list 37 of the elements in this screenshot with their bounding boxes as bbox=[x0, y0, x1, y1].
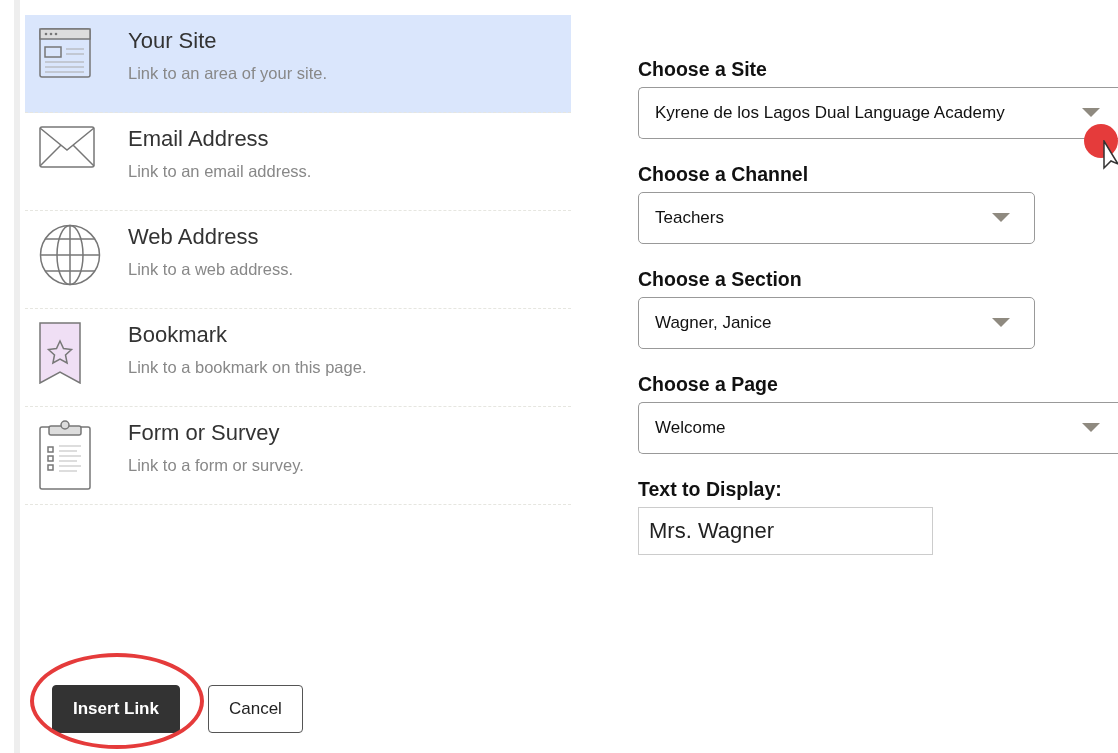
link-type-item[interactable]: Web Address Link to a web address. bbox=[25, 211, 571, 309]
link-type-item[interactable]: Bookmark Link to a bookmark on this page. bbox=[25, 309, 571, 407]
link-type-description: Link to an area of your site. bbox=[128, 64, 328, 83]
dropdown[interactable]: Welcome bbox=[638, 402, 1118, 454]
link-type-description: Link to a form or survey. bbox=[128, 456, 304, 475]
link-type-title: Email Address bbox=[128, 126, 270, 152]
field-label: Choose a Channel bbox=[638, 163, 810, 186]
input-field[interactable]: Mrs. Wagner bbox=[638, 507, 933, 555]
link-type-description: Link to a web address. bbox=[128, 260, 294, 279]
field-label: Choose a Page bbox=[638, 373, 779, 396]
link-type-description: Link to an email address. bbox=[128, 162, 312, 181]
link-type-title: Web Address bbox=[128, 224, 260, 250]
caret-icon bbox=[992, 318, 1010, 328]
caret-icon bbox=[1082, 423, 1100, 433]
clipboard-icon bbox=[39, 420, 91, 490]
link-type-title: Bookmark bbox=[128, 322, 229, 348]
cancel-button[interactable]: Cancel bbox=[207, 685, 303, 733]
webpage-icon bbox=[39, 28, 91, 78]
link-type-description: Link to a bookmark on this page. bbox=[128, 358, 367, 377]
field-label: Choose a Section bbox=[638, 268, 803, 291]
caret-icon bbox=[1082, 108, 1100, 118]
link-type-title: Your Site bbox=[128, 28, 218, 54]
link-type-item[interactable]: Email Address Link to an email address. bbox=[25, 113, 571, 211]
dropdown[interactable]: Kyrene de los Lagos Dual Language Academy bbox=[638, 87, 1118, 139]
dropdown[interactable]: Teachers bbox=[638, 192, 1035, 244]
globe-icon bbox=[39, 224, 101, 286]
envelope-icon bbox=[39, 126, 95, 168]
cursor-icon bbox=[1103, 140, 1118, 172]
dropdown[interactable]: Wagner, Janice bbox=[638, 297, 1035, 349]
link-type-item[interactable]: Form or Survey Link to a form or survey. bbox=[25, 407, 571, 505]
link-type-title: Form or Survey bbox=[128, 420, 281, 446]
bookmark-icon bbox=[39, 322, 81, 384]
insert-button[interactable]: Insert Link bbox=[52, 685, 180, 733]
link-type-item[interactable]: Your Site Link to an area of your site. bbox=[25, 15, 571, 113]
field-label: Choose a Site bbox=[638, 58, 768, 81]
caret-icon bbox=[992, 213, 1010, 223]
field-label: Text to Display: bbox=[638, 478, 783, 501]
